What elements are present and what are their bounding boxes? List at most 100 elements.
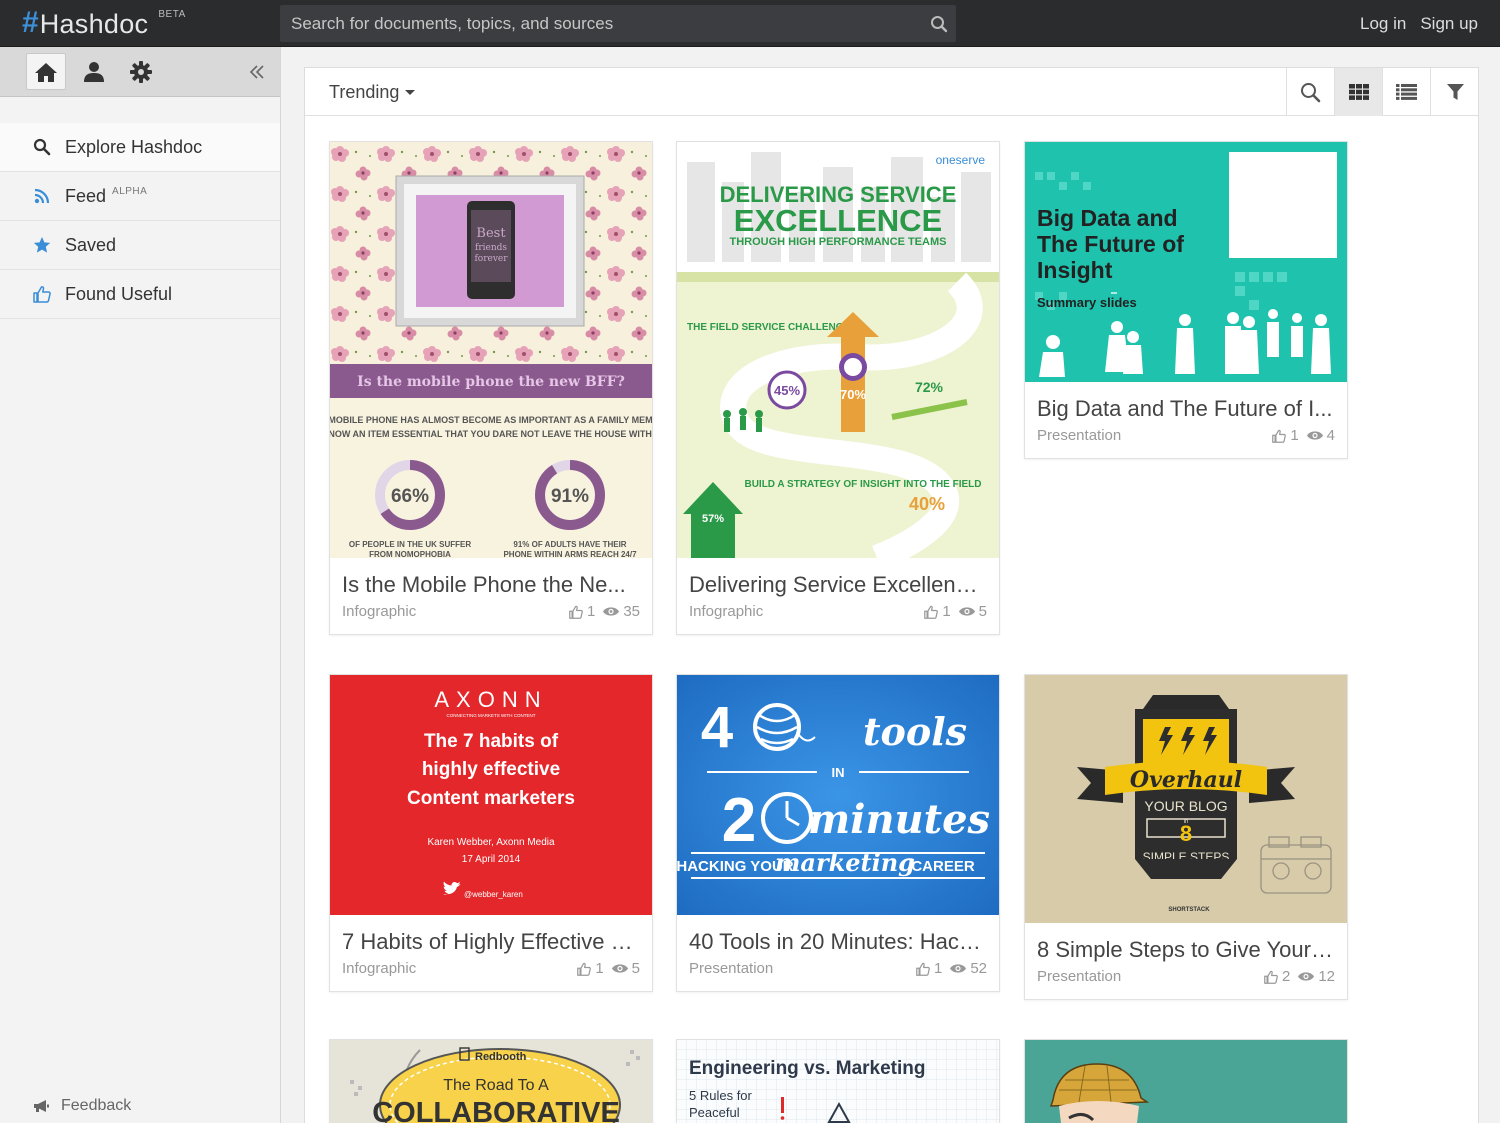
- card-title[interactable]: Is the Mobile Phone the Ne...: [342, 558, 640, 598]
- like-count: 1: [1290, 427, 1299, 444]
- grid-view-button[interactable]: [1334, 68, 1382, 116]
- document-card[interactable]: Big Data and The Future of Insight Summa…: [1024, 141, 1348, 459]
- gear-icon: [130, 60, 152, 83]
- thumb-section-heading: BUILD A STRATEGY OF INSIGHT INTO THE FIE…: [744, 479, 981, 490]
- card-title[interactable]: 8 Simple Steps to Give Your ...: [1037, 923, 1335, 963]
- sidebar-item-saved[interactable]: Saved: [0, 221, 280, 270]
- document-card[interactable]: Redbooth The Road To A COLLABORATIVE: [329, 1039, 653, 1123]
- filter-icon: [1446, 83, 1464, 101]
- thumb-subheadline: Summary slides: [1037, 295, 1137, 310]
- svg-text:OF PEOPLE IN THE UK SUFFER: OF PEOPLE IN THE UK SUFFER: [349, 540, 471, 549]
- document-card[interactable]: Best friends forever Is the mobile phone…: [329, 141, 653, 635]
- thumb-connector: IN: [832, 765, 845, 780]
- card-type: Infographic: [342, 603, 417, 620]
- sidebar-item-label: Saved: [65, 234, 117, 255]
- list-view-button[interactable]: [1382, 68, 1430, 116]
- stat-value: 70%: [840, 387, 866, 402]
- star-icon: [31, 234, 53, 256]
- thumbs-up-icon: [1264, 970, 1278, 984]
- document-card[interactable]: 4 tools IN 2 minutes HACKING YOUR market…: [676, 674, 1000, 992]
- card-title[interactable]: 40 Tools in 20 Minutes: Hack...: [689, 915, 987, 955]
- settings-button[interactable]: [121, 53, 161, 90]
- view-count: 5: [978, 603, 987, 620]
- thumb-number: 4: [701, 695, 733, 760]
- document-card[interactable]: AXONN CONNECTING MARKETS WITH CONTENT Th…: [329, 674, 653, 992]
- brand-logo: SHORTSTACK: [1168, 907, 1210, 913]
- like-count: 1: [586, 603, 596, 620]
- eye-icon: [1298, 971, 1315, 982]
- stat-value: 40%: [909, 494, 945, 514]
- document-card[interactable]: Overhaul YOUR BLOG in 8 SIMPLE STEPS SHO…: [1024, 674, 1348, 1000]
- sort-dropdown[interactable]: Trending: [329, 68, 416, 116]
- card-title[interactable]: 7 Habits of Highly Effective C...: [342, 915, 640, 955]
- filter-button[interactable]: [1430, 68, 1479, 116]
- document-card[interactable]: oneserve DELIVERING SERVICE EXCELLENCE T…: [676, 141, 1000, 635]
- thumb-headline: The Future of: [1037, 231, 1184, 257]
- thumb-headline: The 7 habits of: [424, 731, 559, 752]
- profile-button[interactable]: [74, 53, 114, 90]
- eye-icon: [950, 963, 967, 974]
- thumb-headline: Content marketers: [407, 788, 575, 809]
- search-bar: [280, 5, 956, 42]
- stat-value: 45%: [774, 383, 800, 398]
- sidebar-item-label: Found Useful: [65, 283, 173, 304]
- phone-screen-text: Best: [476, 226, 506, 241]
- brand-tagline: CONNECTING MARKETS WITH CONTENT: [447, 713, 536, 718]
- hashdoc-logo[interactable]: # Hashdoc BETA: [22, 7, 186, 41]
- thumbs-up-icon: [1272, 429, 1287, 443]
- alpha-badge: ALPHA: [112, 185, 148, 197]
- feedback-link[interactable]: Feedback: [33, 1097, 131, 1115]
- like-count: 1: [942, 603, 951, 620]
- thumb-subheadline: THROUGH HIGH PERFORMANCE TEAMS: [730, 236, 947, 248]
- collapse-sidebar-button[interactable]: [237, 53, 277, 90]
- card-type: Presentation: [1037, 968, 1122, 985]
- signup-link[interactable]: Sign up: [1420, 14, 1478, 34]
- rss-icon: [31, 185, 53, 207]
- svg-text:THE MOBILE PHONE HAS ALMOST BE: THE MOBILE PHONE HAS ALMOST BECOME AS IM…: [330, 415, 652, 425]
- document-thumbnail: [1025, 1040, 1347, 1123]
- thumb-headline: tools: [863, 709, 967, 754]
- card-info: Delivering Service Excellence... Infogra…: [677, 558, 999, 634]
- login-link[interactable]: Log in: [1360, 14, 1406, 34]
- top-navbar: # Hashdoc BETA Log in Sign up: [0, 0, 1500, 47]
- svg-text:IT'S NOW AN ITEM ESSENTIAL THA: IT'S NOW AN ITEM ESSENTIAL THAT YOU DARE…: [330, 429, 652, 439]
- card-type: Presentation: [689, 960, 774, 977]
- sidebar-item-explore[interactable]: Explore Hashdoc: [0, 123, 280, 172]
- feedback-label: Feedback: [61, 1097, 132, 1114]
- sidebar-item-feed[interactable]: Feed ALPHA: [0, 172, 280, 221]
- double-chevron-left-icon: [249, 64, 265, 80]
- infographic-banner: Is the mobile phone the new BFF?: [357, 374, 625, 390]
- thumb-headline: EXCELLENCE: [734, 203, 942, 238]
- thumb-subheadline: 5 Rules for: [689, 1088, 753, 1103]
- sidebar: Explore Hashdoc Feed ALPHA Saved Found U…: [0, 47, 281, 1123]
- svg-text:friends: friends: [475, 243, 507, 253]
- card-title[interactable]: Big Data and The Future of I...: [1037, 382, 1335, 422]
- document-thumbnail: Engineering vs. Marketing 5 Rules for Pe…: [677, 1040, 999, 1123]
- list-icon: [1396, 84, 1417, 100]
- card-type: Infographic: [342, 960, 417, 977]
- brand-logo: AXONN: [434, 687, 547, 712]
- like-count: 1: [595, 960, 604, 977]
- search-icon[interactable]: [930, 15, 948, 33]
- thumbs-up-icon: [924, 605, 939, 619]
- sidebar-toolbar: [0, 47, 280, 97]
- sidebar-item-found-useful[interactable]: Found Useful: [0, 270, 280, 319]
- thumb-date: 17 April 2014: [462, 854, 521, 865]
- card-info: 40 Tools in 20 Minutes: Hack... Presenta…: [677, 915, 999, 991]
- document-thumbnail: Big Data and The Future of Insight Summa…: [1025, 142, 1347, 382]
- search-input[interactable]: [280, 5, 920, 42]
- eye-icon: [611, 963, 628, 974]
- megaphone-icon: [33, 1099, 50, 1113]
- document-card[interactable]: Engineering vs. Marketing 5 Rules for Pe…: [676, 1039, 1000, 1123]
- auth-links: Log in Sign up: [1360, 0, 1478, 47]
- svg-text:FROM NOMOPHOBIA: FROM NOMOPHOBIA: [369, 550, 451, 558]
- thumb-headline: Overhaul: [1130, 767, 1242, 793]
- document-card[interactable]: [1024, 1039, 1348, 1123]
- card-info: Is the Mobile Phone the Ne... Infographi…: [330, 558, 652, 634]
- card-title[interactable]: Delivering Service Excellence...: [689, 558, 987, 598]
- search-toggle-button[interactable]: [1286, 68, 1334, 116]
- home-button[interactable]: [26, 53, 66, 90]
- card-type: Infographic: [689, 603, 764, 620]
- document-thumbnail: Redbooth The Road To A COLLABORATIVE: [330, 1040, 652, 1123]
- thumb-headline: Big Data and: [1037, 205, 1178, 231]
